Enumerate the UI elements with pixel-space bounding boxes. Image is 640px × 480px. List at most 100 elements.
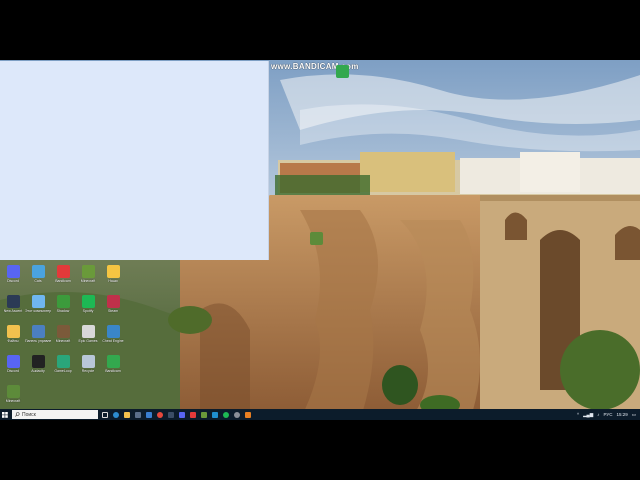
taskbar-app[interactable] [243, 410, 252, 419]
app-icon [106, 295, 120, 308]
desktop-icon[interactable]: Наши [102, 265, 124, 291]
store-icon [134, 411, 141, 418]
windows-icon [2, 411, 8, 418]
taskbar-app[interactable] [210, 410, 219, 419]
desktop-icon[interactable]: Shadow [52, 295, 74, 321]
desktop-icon-label: Minecraft [55, 339, 71, 343]
desktop-icon[interactable]: Minecraft [77, 265, 99, 291]
desktop-icon[interactable]: Minecraft [2, 385, 24, 411]
taskbar-app[interactable] [177, 410, 186, 419]
language-indicator[interactable]: РУС [603, 412, 612, 417]
edge-icon [112, 411, 119, 418]
desktop-icon-label: Steam [107, 309, 119, 313]
app-icon [31, 325, 45, 338]
desktop-icon[interactable]: Spotify [77, 295, 99, 321]
start-button[interactable] [0, 409, 10, 420]
taskbar-app[interactable] [232, 410, 241, 419]
desktop-icon[interactable]: New Ascent [2, 295, 24, 321]
task-view-button[interactable] [100, 410, 109, 419]
desktop-icon[interactable]: Cats [27, 265, 49, 291]
app-icon [81, 325, 95, 338]
notification-icon[interactable]: ▭ [632, 412, 636, 418]
folder-icon [123, 411, 130, 418]
desktop-icon-label: Epic Games [78, 339, 98, 343]
desktop-icon-label: Bandicam [55, 279, 71, 283]
search-placeholder: Поиск [22, 411, 36, 418]
desktop-icon[interactable]: Панель управления [25, 325, 51, 351]
desktop-icon-label: Панель управления [25, 339, 51, 343]
taskbar: Поиск ^ ▂▄▆ ♪ РУС 15:29 ▭ [0, 409, 640, 420]
app-icon [81, 355, 95, 368]
app-icon [106, 265, 120, 278]
taskbar-app[interactable] [144, 410, 153, 419]
app-icon [6, 295, 20, 308]
chrome-icon [156, 411, 163, 418]
app-icon [6, 325, 20, 338]
taskbar-app[interactable] [155, 410, 164, 419]
settings-icon [233, 411, 240, 418]
taskbar-app[interactable] [199, 410, 208, 419]
desktop-icon-label: Bandicam [105, 369, 121, 373]
desktop-icon[interactable] [305, 232, 327, 258]
app-icon [56, 265, 70, 278]
desktop-icon[interactable]: Minecraft [52, 325, 74, 351]
desktop-icon-label: Spotify [82, 309, 94, 313]
desktop-icon-label: Minecraft [5, 399, 21, 403]
task-view-icon [101, 411, 108, 418]
minecraft-icon [309, 232, 323, 245]
taskbar-app[interactable] [221, 410, 230, 419]
desktop-icon-label: Файлы [7, 339, 19, 343]
desktop-icon[interactable]: Discord [2, 265, 24, 291]
taskbar-app[interactable] [122, 410, 131, 419]
network-icon[interactable]: ▂▄▆ [583, 412, 593, 418]
minecraft-icon [200, 411, 207, 418]
game-icon [244, 411, 251, 418]
desktop-icon[interactable]: Файлы [2, 325, 24, 351]
desktop-icon[interactable]: Discord [2, 355, 24, 381]
system-tray: ^ ▂▄▆ ♪ РУС 15:29 ▭ [577, 409, 636, 420]
desktop-icon-label: Shadow [56, 309, 70, 313]
desktop-icon[interactable]: Bandicam [102, 355, 124, 381]
desktop-icon[interactable]: GameLoop [52, 355, 74, 381]
app-icon [31, 265, 45, 278]
desktop-icon[interactable]: Cheat Engine [102, 325, 124, 351]
blank-window[interactable] [0, 61, 269, 260]
search-input[interactable]: Поиск [12, 410, 98, 419]
desktop-icon[interactable]: Recycle [77, 355, 99, 381]
desktop-icon-label: Cats [34, 279, 42, 283]
bandicam-icon [189, 411, 196, 418]
app-icon [56, 355, 70, 368]
desktop-icon[interactable]: Audacity [27, 355, 49, 381]
taskbar-app[interactable] [111, 410, 120, 419]
app-icon [106, 325, 120, 338]
desktop-icon[interactable]: Этот компьютер [25, 295, 51, 321]
clock[interactable]: 15:29 [616, 412, 627, 417]
desktop-icon-label: Cheat Engine [102, 339, 124, 343]
desktop-icon-label: Наши [108, 279, 118, 283]
desktop-icon-label: Minecraft [80, 279, 96, 283]
desktop-icon-label: Recycle [81, 369, 95, 373]
discord-icon [178, 411, 185, 418]
desktop-icon[interactable]: Epic Games [77, 325, 99, 351]
tray-chevron-icon[interactable]: ^ [577, 412, 579, 417]
steam-icon [167, 411, 174, 418]
taskbar-app[interactable] [166, 410, 175, 419]
spotify-icon [222, 411, 229, 418]
app-icon [31, 355, 45, 368]
bandicam-icon [335, 65, 349, 78]
app-icon [6, 385, 20, 398]
desktop-icon-label: GameLoop [54, 369, 72, 373]
volume-icon[interactable]: ♪ [597, 412, 599, 417]
desktop-icon-label: Discord [7, 279, 19, 283]
desktop-icon[interactable] [331, 65, 353, 91]
desktop-icon[interactable]: Bandicam [52, 265, 74, 291]
photos-icon [211, 411, 218, 418]
desktop-icon-label: Этот компьютер [25, 309, 51, 313]
mail-icon [145, 411, 152, 418]
app-icon [81, 265, 95, 278]
app-icon [81, 295, 95, 308]
app-icon [31, 295, 45, 308]
desktop-icon[interactable]: Steam [102, 295, 124, 321]
taskbar-app[interactable] [133, 410, 142, 419]
taskbar-app[interactable] [188, 410, 197, 419]
